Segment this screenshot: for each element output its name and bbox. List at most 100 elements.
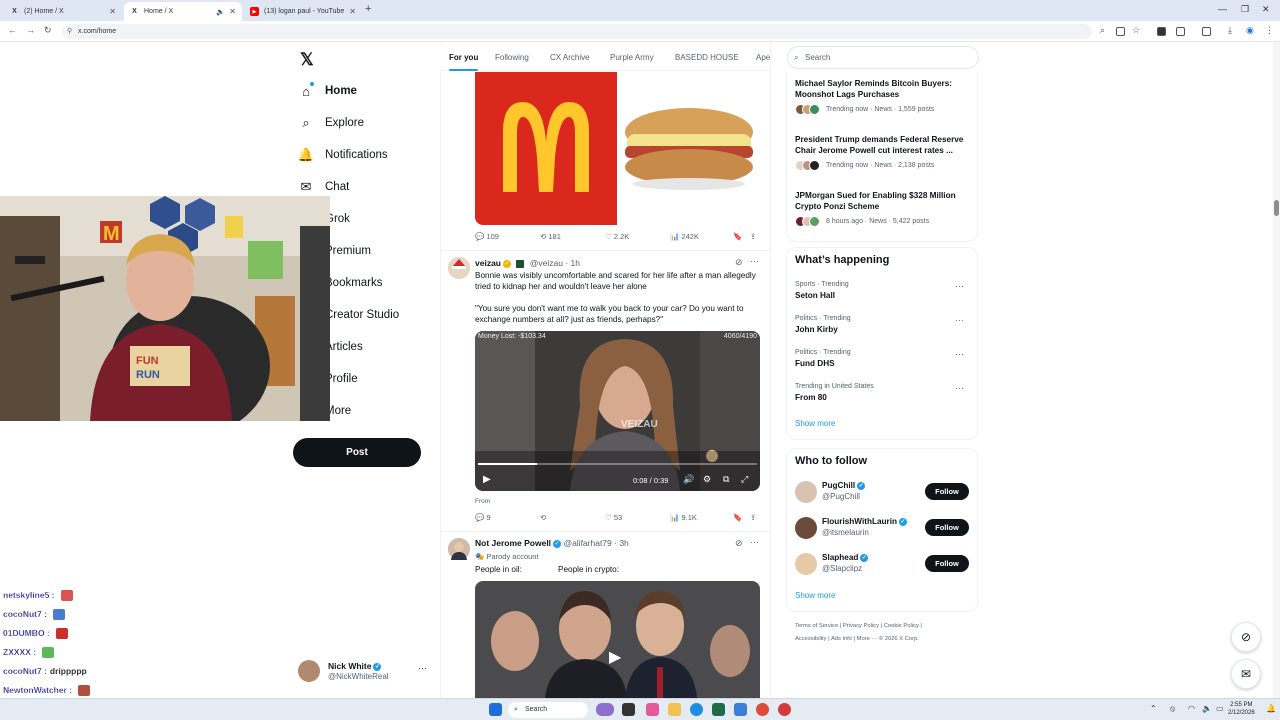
notification-icon[interactable]: 🔔 [1266, 704, 1276, 713]
play-icon[interactable]: ▶ [609, 647, 621, 667]
share-icon[interactable]: ⇪ [750, 232, 756, 241]
follow-suggestion[interactable]: FlourishWithLaurin ✓ @itsmelaurin Follow [795, 515, 973, 541]
task-view-icon[interactable] [622, 703, 635, 716]
more-dots-icon[interactable]: ··· [955, 349, 964, 359]
extension-icon[interactable] [1157, 27, 1166, 36]
tab-ape[interactable]: Ape [756, 53, 770, 62]
taskbar-search[interactable]: ⌕ Search [508, 702, 588, 718]
nav-item-home[interactable]: ⌂ Home [298, 80, 357, 102]
more-dots-icon[interactable]: ··· [750, 537, 759, 547]
pip-icon[interactable]: ⧉ [723, 474, 729, 485]
footer-links-1[interactable]: Terms of Service | Privacy Policy | Cook… [795, 623, 922, 629]
forward-icon[interactable]: → [26, 25, 35, 35]
news-item[interactable]: President Trump demands Federal Reserve … [795, 134, 975, 171]
settings-icon[interactable]: ⚙ [703, 474, 711, 485]
widgets-icon[interactable] [596, 703, 614, 716]
tweet-video-player[interactable]: Money Lost: -$103.34 4060/4190 VEIZAU ▶ … [475, 331, 760, 491]
close-icon[interactable]: ✕ [229, 7, 236, 16]
nav-item-chat[interactable]: ✉ Chat [298, 176, 350, 198]
grok-icon[interactable]: ⊘ [735, 257, 743, 268]
author-handle[interactable]: @alifarhat79 [563, 538, 611, 548]
tab-following[interactable]: Following [495, 53, 529, 62]
like-button[interactable]: ♡ 53 [605, 513, 622, 522]
tab-purple-army[interactable]: Purple Army [610, 53, 654, 62]
avatar[interactable] [448, 257, 470, 279]
news-item[interactable]: JPMorgan Sued for Enabling $328 Million … [795, 190, 975, 227]
trend-item[interactable]: Politics · Trending John Kirby ··· [795, 315, 970, 334]
tab-for-you[interactable]: For you [449, 53, 479, 71]
start-icon[interactable] [489, 703, 502, 716]
browser-menu-icon[interactable]: ⋮ [1265, 25, 1274, 36]
new-tab-icon[interactable]: + [365, 3, 371, 15]
site-info-icon[interactable]: ⚲ [67, 24, 72, 39]
grok-icon[interactable]: ⊘ [735, 538, 743, 549]
tab-cx-archive[interactable]: CX Archive [550, 53, 590, 62]
views-button[interactable]: 📊 9.1K [670, 513, 697, 522]
reload-icon[interactable]: ↻ [44, 25, 52, 36]
store-icon[interactable] [734, 703, 747, 716]
nav-item-explore[interactable]: ⌕ Explore [298, 112, 364, 134]
bookmark-icon[interactable]: 🔖 [733, 513, 742, 522]
post-button[interactable]: Post [293, 438, 421, 467]
browser-tab-1[interactable]: X (2) Home / X ✕ [4, 2, 122, 21]
file-explorer-icon[interactable] [668, 703, 681, 716]
download-icon[interactable]: ⤓ [1228, 25, 1232, 36]
like-button[interactable]: ♡ 2.2K [605, 232, 629, 241]
profile-icon[interactable]: ◉ [1246, 25, 1254, 36]
share-icon[interactable]: ⇪ [750, 513, 756, 522]
x-logo-icon[interactable]: 𝕏 [300, 50, 314, 70]
author-name[interactable]: Not Jerome Powell [475, 538, 551, 548]
scrollbar-thumb[interactable] [1274, 200, 1279, 216]
follow-suggestion[interactable]: Slaphead ✓ @Slapclipz Follow [795, 551, 973, 577]
close-icon[interactable]: ✕ [349, 7, 356, 16]
messages-fab[interactable]: ✉ [1231, 659, 1261, 689]
tweet-time[interactable]: · 1h [565, 258, 580, 268]
tweet-media-image[interactable] [475, 72, 760, 225]
app-icon[interactable] [778, 703, 791, 716]
bookmark-star-icon[interactable]: ☆ [1132, 25, 1140, 36]
more-dots-icon[interactable]: ··· [955, 281, 964, 291]
tray-chevron-icon[interactable]: ⌃ [1150, 704, 1157, 713]
tweet-video-player[interactable]: ▶ [475, 581, 760, 698]
author-name[interactable]: veizau [475, 258, 501, 268]
fullscreen-icon[interactable]: ⤢ [741, 474, 748, 485]
bookmark-icon[interactable]: 🔖 [733, 232, 742, 241]
maximize-icon[interactable]: ❐ [1241, 4, 1249, 15]
excel-icon[interactable] [712, 703, 725, 716]
browser-tab-3[interactable]: ▶ (13) logan paul - YouTube ✕ [244, 2, 362, 21]
trend-item[interactable]: Sports · Trending Seton Hall ··· [795, 281, 970, 300]
tab-basedd-house[interactable]: BASEDD HOUSE [675, 53, 739, 62]
follow-show-more[interactable]: Show more [795, 591, 835, 600]
chrome-icon[interactable] [756, 703, 769, 716]
trend-item[interactable]: Politics · Trending Fund DHS ··· [795, 349, 970, 368]
copilot-icon[interactable] [646, 703, 659, 716]
reply-button[interactable]: 💬 9 [475, 513, 491, 522]
back-icon[interactable]: ← [8, 25, 17, 35]
volume-icon[interactable]: 🔊 [683, 474, 694, 485]
views-button[interactable]: 📊 242K [670, 232, 699, 241]
author-handle[interactable]: @veizau [530, 258, 563, 268]
tweet-time[interactable]: · 3h [614, 538, 629, 548]
page-scrollbar[interactable] [1273, 42, 1280, 700]
close-icon[interactable]: ✕ [109, 7, 116, 16]
trend-item[interactable]: Trending in United States From 80 ··· [795, 383, 970, 402]
news-item[interactable]: Michael Saylor Reminds Bitcoin Buyers: M… [795, 78, 975, 115]
follow-suggestion[interactable]: PugChill ✓ @PugChill Follow [795, 479, 973, 505]
minimize-icon[interactable]: — [1218, 4, 1227, 14]
footer-links-2[interactable]: Accessibility | Ads info | More ··· © 20… [795, 636, 919, 642]
follow-button[interactable]: Follow [925, 555, 969, 572]
repost-button[interactable]: ⟲ 181 [540, 232, 561, 241]
account-switcher[interactable]: Nick White ✓ @NickWhiteReal ··· [298, 658, 438, 688]
reply-button[interactable]: 💬 109 [475, 232, 499, 241]
search-input[interactable]: ⌕ Search [787, 46, 979, 69]
repost-button[interactable]: ⟲ [540, 513, 546, 522]
follow-button[interactable]: Follow [925, 483, 969, 500]
video-source[interactable]: From [475, 496, 760, 507]
follow-button[interactable]: Follow [925, 519, 969, 536]
browser-tab-2[interactable]: X Home / X 🔈 ✕ [124, 2, 242, 21]
nav-item-notifications[interactable]: 🔔 Notifications [298, 144, 388, 166]
close-window-icon[interactable]: ✕ [1262, 4, 1270, 15]
volume-icon[interactable]: 🔈 [1202, 704, 1212, 713]
zoom-icon[interactable]: ⌕ [1100, 25, 1105, 36]
avatar[interactable] [448, 538, 470, 560]
